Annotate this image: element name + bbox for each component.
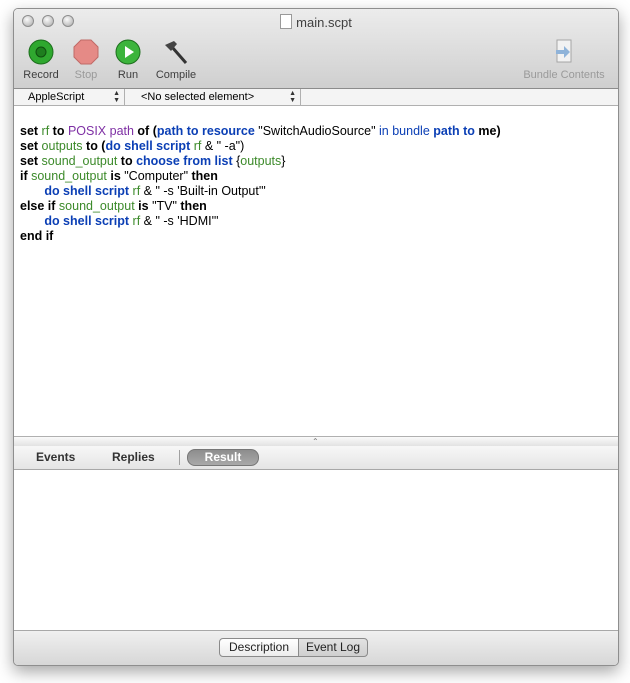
- language-popup[interactable]: AppleScript ▲ ▼: [14, 89, 125, 105]
- run-label: Run: [117, 69, 139, 81]
- bundle-contents-icon: [556, 39, 572, 63]
- description-button[interactable]: Description: [219, 638, 299, 657]
- language-popup-label: AppleScript: [28, 91, 85, 103]
- code-line-5: do shell script rf & " -s 'Built-in Outp…: [44, 184, 266, 198]
- script-editor-window: main.scpt Record Stop Run Compile Bundle…: [13, 8, 619, 666]
- code-line-8: end if: [20, 229, 54, 243]
- run-button[interactable]: Run: [111, 39, 145, 81]
- window-title-text: main.scpt: [296, 15, 352, 30]
- run-icon: [115, 39, 141, 65]
- code-line-7: do shell script rf & " -s 'HDMI'": [44, 214, 219, 228]
- compile-label: Compile: [155, 69, 197, 81]
- window-title: main.scpt: [14, 14, 618, 30]
- tab-separator: [179, 450, 180, 465]
- code-line-3: set sound_output to choose from list {ou…: [20, 154, 286, 168]
- stop-label: Stop: [74, 69, 98, 81]
- element-popup-label: <No selected element>: [141, 91, 255, 103]
- event-log-button[interactable]: Event Log: [298, 638, 368, 657]
- tab-result[interactable]: Result: [187, 449, 259, 466]
- code-line-4: if sound_output is "Computer" then: [20, 169, 218, 183]
- bundle-contents-button[interactable]: Bundle Contents: [516, 39, 612, 81]
- stop-icon: [73, 39, 99, 65]
- element-popup[interactable]: <No selected element> ▲ ▼: [125, 89, 301, 105]
- hammer-icon: [165, 41, 188, 64]
- stop-button[interactable]: Stop: [68, 39, 104, 81]
- popup-arrows-icon: ▲ ▼: [113, 90, 120, 104]
- record-label: Record: [23, 69, 59, 81]
- splitter-grip-icon: ⌃: [312, 437, 319, 446]
- tab-events[interactable]: Events: [36, 450, 75, 464]
- bottom-bar: Description Event Log: [14, 630, 618, 665]
- script-editor[interactable]: set rf to POSIX path of (path to resourc…: [14, 106, 618, 436]
- tab-replies[interactable]: Replies: [112, 450, 155, 464]
- result-tabs: Events Replies Result: [14, 446, 618, 470]
- toolbar: main.scpt Record Stop Run Compile Bundle…: [14, 9, 618, 89]
- compile-button[interactable]: Compile: [153, 39, 199, 81]
- navigation-bar: AppleScript ▲ ▼ <No selected element> ▲ ▼: [14, 89, 618, 106]
- code-line-2: set outputs to (do shell script rf & " -…: [20, 139, 245, 153]
- record-button[interactable]: Record: [22, 39, 60, 81]
- document-icon: [280, 14, 293, 29]
- record-icon: [28, 39, 54, 65]
- bundle-contents-label: Bundle Contents: [523, 69, 605, 81]
- result-pane[interactable]: [14, 470, 618, 630]
- code-line-1: set rf to POSIX path of (path to resourc…: [20, 124, 501, 138]
- popup-arrows-icon: ▲ ▼: [289, 90, 296, 104]
- script-code[interactable]: set rf to POSIX path of (path to resourc…: [20, 109, 501, 274]
- code-line-6: else if sound_output is "TV" then: [20, 199, 207, 213]
